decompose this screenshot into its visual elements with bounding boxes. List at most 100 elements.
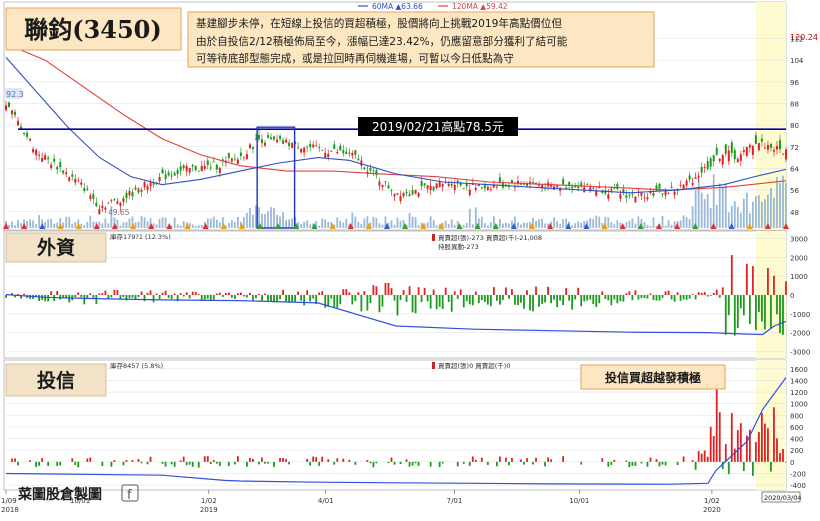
foreign-net-bar (152, 295, 155, 303)
volume-bar (318, 225, 321, 228)
candle-body (98, 209, 101, 215)
trust-tick-label: 1000 (790, 401, 808, 409)
candle-body (384, 181, 387, 183)
foreign-net-bar (736, 295, 739, 328)
foreign-net-bar (405, 295, 408, 302)
candle-body (345, 151, 348, 155)
volume-bar (252, 214, 254, 228)
volume-bar (200, 224, 203, 228)
foreign-net-bar (523, 295, 525, 309)
trust-net-bar (664, 461, 667, 466)
trust-net-bar (520, 459, 522, 462)
volume-bar (652, 217, 655, 228)
foreign-net-bar (712, 292, 715, 295)
trust-annotation: 投信買超越發積極 (605, 370, 701, 385)
volume-bar (697, 176, 700, 228)
trust-net-bar (628, 461, 631, 468)
candle-body (47, 157, 50, 160)
volume-bar (86, 221, 89, 228)
foreign-net-bar (240, 292, 242, 295)
candle-body (495, 186, 498, 188)
trust-net-bar (694, 461, 697, 470)
foreign-net-bar (468, 295, 471, 305)
trust-tick-label: 0 (790, 459, 794, 467)
volume-bar (74, 221, 77, 228)
foreign-net-bar (164, 290, 167, 295)
candle-body (95, 202, 98, 207)
foreign-net-bar (604, 295, 607, 299)
candle-body (236, 159, 239, 164)
x-tick-label: 1/02 (201, 497, 217, 505)
foreign-net-bar (309, 295, 312, 302)
foreign-net-bar (252, 295, 254, 302)
volume-bar (107, 223, 110, 228)
candle-body (122, 198, 125, 202)
trust-net-bar (203, 456, 206, 462)
volume-bar (661, 216, 664, 228)
foreign-net-bar (637, 295, 640, 300)
ma60-legend: 60MA ▲63.66 (372, 2, 423, 11)
volume-bar (447, 223, 450, 228)
foreign-net-bar (279, 295, 281, 300)
trust-net-bar (77, 461, 80, 468)
volume-bar (767, 194, 769, 228)
foreign-net-bar (146, 292, 149, 295)
candle-body (312, 144, 315, 148)
candle-body (206, 160, 209, 165)
foreign-net-bar (89, 293, 92, 295)
candle-body (360, 160, 363, 166)
foreign-net-bar (95, 295, 98, 304)
volume-bar (643, 222, 646, 228)
volume-bar (489, 222, 492, 228)
foreign-net-bar (372, 285, 375, 295)
volume-bar (715, 204, 718, 228)
trust-net-bar (480, 457, 483, 462)
summary-line-3: 可等待底部型態完成，或是拉回時再伺機進場，可暫以今日低點為守 (196, 52, 514, 65)
trust-net-bar (411, 461, 414, 466)
foreign-net-bar (80, 295, 83, 298)
volume-bar (770, 188, 772, 228)
foreign-net-bar (282, 289, 284, 295)
candle-body (348, 152, 351, 154)
foreign-net-bar (270, 295, 272, 302)
trust-net-bar (249, 458, 251, 462)
volume-bar (670, 224, 673, 228)
foreign-net-bar (745, 263, 748, 295)
foreign-net-bar (502, 295, 504, 300)
foreign-net-bar (161, 292, 164, 295)
foreign-net-bar (764, 295, 766, 330)
trust-tick-label: 200 (790, 447, 803, 455)
foreign-net-bar (565, 288, 568, 295)
price-tick-label: 88 (790, 100, 799, 108)
volume-bar (56, 222, 59, 228)
volume-bar (375, 218, 378, 228)
candle-body (709, 158, 712, 167)
foreign-net-bar (318, 292, 321, 295)
foreign-net-bar (492, 287, 495, 295)
trust-net-bar (495, 461, 498, 467)
candle-body (143, 181, 146, 188)
candle-body (369, 167, 372, 171)
candle-body (694, 177, 697, 179)
foreign-net-bar (324, 295, 327, 308)
candle-body (532, 181, 535, 183)
candle-body (260, 139, 263, 144)
foreign-net-bar (616, 295, 619, 304)
foreign-net-bar (261, 295, 263, 301)
candle-body (200, 165, 203, 172)
candle-body (682, 184, 685, 190)
volume-bar (291, 218, 294, 228)
volume-bar (128, 218, 131, 228)
foreign-net-bar (158, 295, 161, 299)
volume-bar (399, 220, 402, 228)
candle-body (580, 182, 583, 186)
summary-line-2: 由於自投信2/12積極佈局至今，漲幅已達23.42%，仍應留意部分獲利了結可能 (196, 35, 568, 48)
volume-bar (764, 199, 766, 228)
volume-bar (685, 217, 688, 228)
volume-bar (38, 215, 41, 228)
candle-body (276, 139, 279, 143)
foreign-net-bar (185, 292, 188, 295)
foreign-net-bar (44, 295, 47, 302)
foreign-net-bar (110, 295, 113, 298)
candle-body (489, 189, 492, 190)
